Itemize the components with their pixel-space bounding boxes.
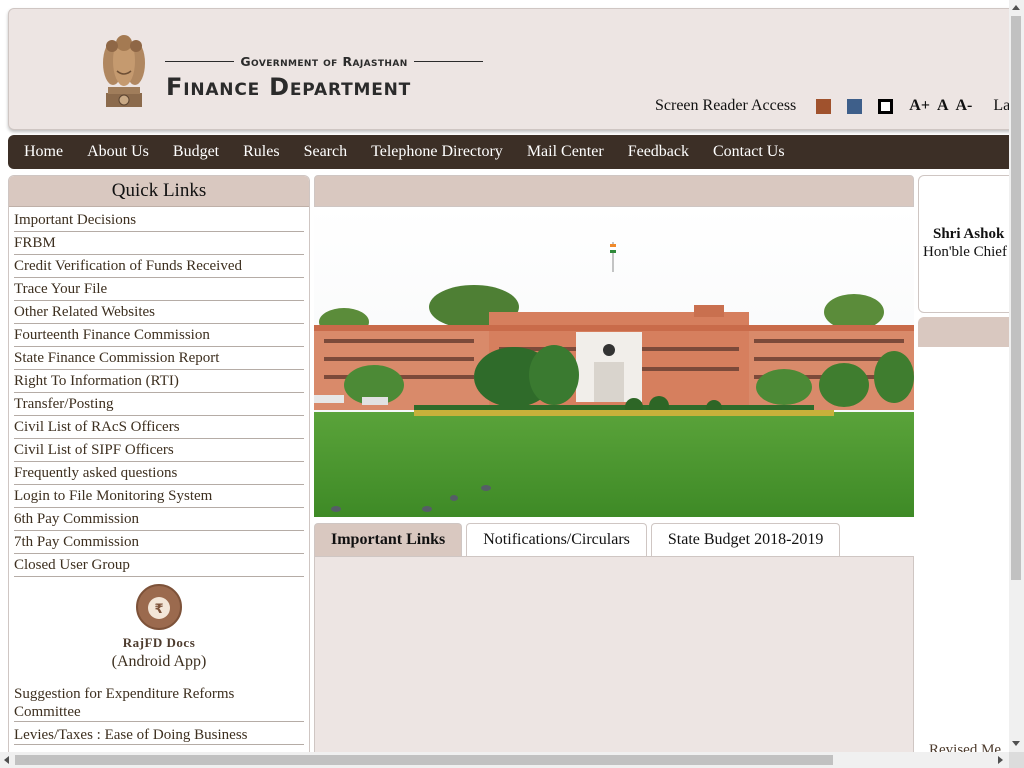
scroll-right-arrow-icon[interactable] (998, 756, 1003, 764)
quick-link-expenditure-reforms[interactable]: Suggestion for Expenditure Reforms Commi… (14, 685, 304, 722)
quick-link-important-decisions[interactable]: Important Decisions (14, 209, 304, 232)
android-app-promo[interactable]: ₹ RajFD Docs (Android App) (9, 584, 309, 671)
rupee-bag-icon[interactable]: ₹ (136, 584, 182, 630)
nav-rules[interactable]: Rules (231, 143, 291, 161)
nav-feedback[interactable]: Feedback (616, 143, 701, 161)
cm-name: Shri Ashok (933, 226, 1005, 242)
tab-content-panel (314, 556, 914, 756)
tab-important-links[interactable]: Important Links (314, 523, 463, 556)
quick-link-frbm[interactable]: FRBM (14, 232, 304, 255)
quick-link-trace-your-file[interactable]: Trace Your File (14, 278, 304, 301)
nav-telephone-directory[interactable]: Telephone Directory (359, 143, 515, 161)
font-decrease-button[interactable]: A- (956, 97, 973, 115)
high-contrast-theme-swatch[interactable] (878, 98, 894, 114)
rupee-glyph: ₹ (154, 602, 163, 617)
app-subtitle: (Android App) (111, 653, 207, 670)
center-header-bar (314, 175, 914, 207)
vertical-scrollbar[interactable] (1009, 0, 1024, 752)
quick-link-faq[interactable]: Frequently asked questions (14, 462, 304, 485)
quick-link-fourteenth-finance-commission[interactable]: Fourteenth Finance Commission (14, 324, 304, 347)
quick-link-closed-user-group[interactable]: Closed User Group (14, 554, 304, 577)
scroll-up-arrow-icon[interactable] (1012, 5, 1020, 10)
app-name: RajFD Docs (122, 635, 196, 650)
building-photo (314, 207, 914, 517)
scroll-left-arrow-icon[interactable] (4, 756, 9, 764)
quick-links-list: Important Decisions FRBM Credit Verifica… (9, 209, 309, 577)
quick-links-title: Quick Links (9, 176, 309, 207)
quick-link-credit-verification[interactable]: Credit Verification of Funds Received (14, 255, 304, 278)
chief-minister-box: Shri Ashok Hon'ble Chief (918, 175, 1018, 313)
screen-reader-access-link[interactable]: Screen Reader Access (655, 97, 796, 115)
quick-link-transfer-posting[interactable]: Transfer/Posting (14, 393, 304, 416)
content-tabs: Important Links Notifications/Circulars … (314, 523, 841, 556)
rupee-icon: ₹ (148, 597, 170, 619)
main-navigation: Home About Us Budget Rules Search Teleph… (8, 135, 1018, 169)
quick-link-other-websites[interactable]: Other Related Websites (14, 301, 304, 324)
gov-line-text: Government of Rajasthan (240, 53, 408, 69)
nav-home[interactable]: Home (12, 143, 75, 161)
orange-theme-swatch[interactable] (816, 98, 832, 114)
cm-title: Hon'ble Chief (923, 244, 1007, 260)
quick-link-state-finance-commission[interactable]: State Finance Commission Report (14, 347, 304, 370)
scroll-down-arrow-icon[interactable] (1012, 741, 1020, 746)
ashoka-emblem-logo (103, 35, 145, 107)
quick-link-7th-pay-commission[interactable]: 7th Pay Commission (14, 531, 304, 554)
nav-mail-center[interactable]: Mail Center (515, 143, 616, 161)
secretariat-banner-image (314, 207, 914, 517)
quick-link-rti[interactable]: Right To Information (RTI) (14, 370, 304, 393)
font-increase-button[interactable]: A+ (909, 97, 930, 115)
tab-notifications-circulars[interactable]: Notifications/Circulars (466, 523, 647, 556)
quick-link-file-monitoring-login[interactable]: Login to File Monitoring System (14, 485, 304, 508)
government-of-rajasthan-line: Government of Rajasthan (165, 53, 483, 69)
horizontal-scrollbar[interactable] (0, 752, 1009, 768)
quick-link-civil-list-sipf[interactable]: Civil List of SIPF Officers (14, 439, 304, 462)
department-title: Finance Department (166, 73, 412, 101)
blue-theme-swatch[interactable] (847, 98, 863, 114)
language-link[interactable]: La (993, 97, 1010, 115)
scrollbar-corner (1009, 752, 1024, 768)
more-links-list: Suggestion for Expenditure Reforms Commi… (9, 685, 309, 745)
vertical-scroll-thumb[interactable] (1011, 16, 1021, 580)
nav-about-us[interactable]: About Us (75, 143, 161, 161)
quick-link-civil-list-racs[interactable]: Civil List of RAcS Officers (14, 416, 304, 439)
right-panel-header-bar (918, 317, 1018, 347)
nav-search[interactable]: Search (292, 143, 360, 161)
tab-state-budget[interactable]: State Budget 2018-2019 (650, 523, 841, 556)
nav-budget[interactable]: Budget (161, 143, 231, 161)
quick-link-6th-pay-commission[interactable]: 6th Pay Commission (14, 508, 304, 531)
quick-link-levies-taxes[interactable]: Levies/Taxes : Ease of Doing Business (14, 726, 304, 745)
quick-links-sidebar: Quick Links Important Decisions FRBM Cre… (8, 175, 310, 768)
nav-contact-us[interactable]: Contact Us (701, 143, 797, 161)
font-normal-button[interactable]: A (937, 97, 949, 115)
site-header: Government of Rajasthan Finance Departme… (8, 8, 1018, 130)
horizontal-scroll-thumb[interactable] (15, 755, 833, 765)
accessibility-bar: Screen Reader Access A+ A A- La (655, 95, 1010, 117)
